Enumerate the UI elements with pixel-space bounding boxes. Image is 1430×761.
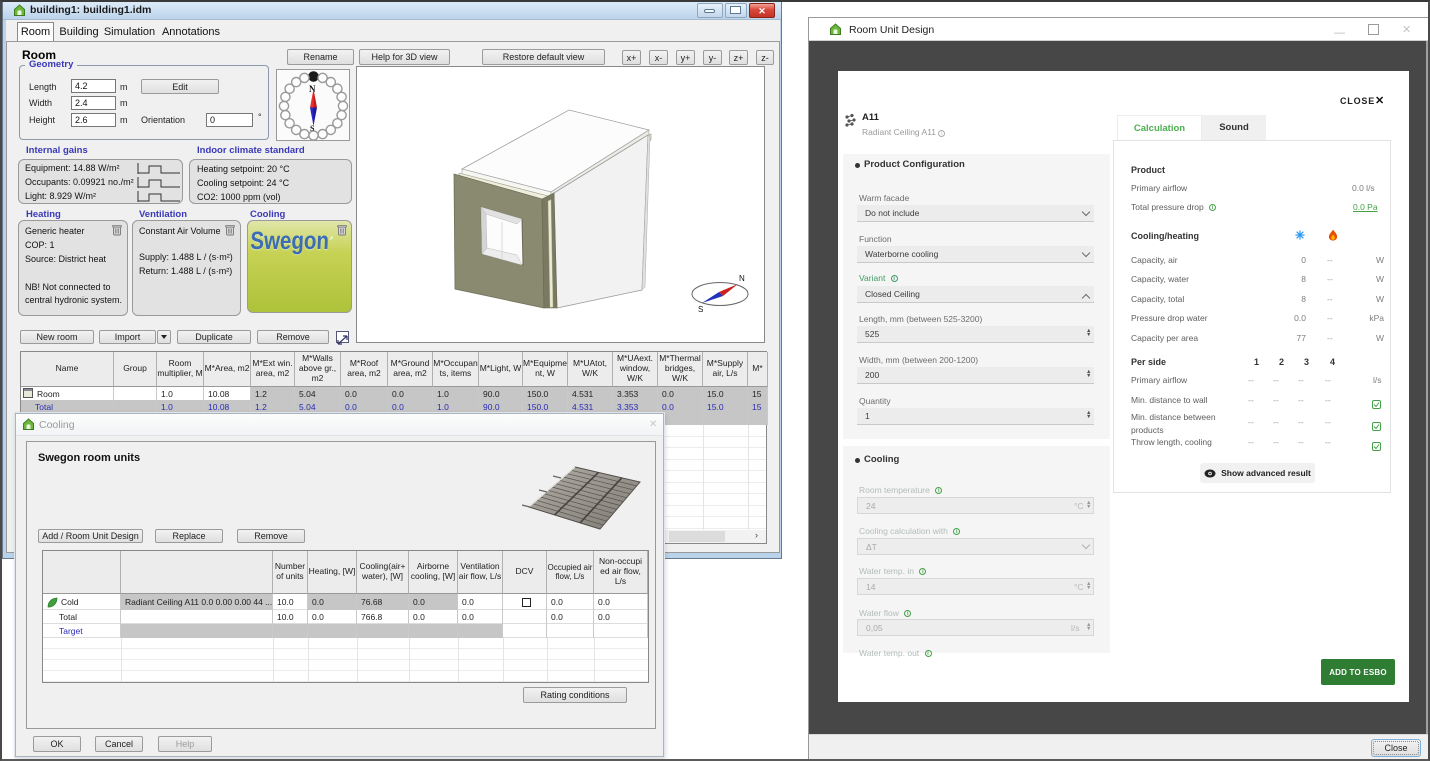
svg-text:S: S <box>310 124 315 133</box>
svg-text:N: N <box>739 274 745 283</box>
svg-text:S: S <box>698 305 703 314</box>
svg-text:N: N <box>309 84 316 94</box>
